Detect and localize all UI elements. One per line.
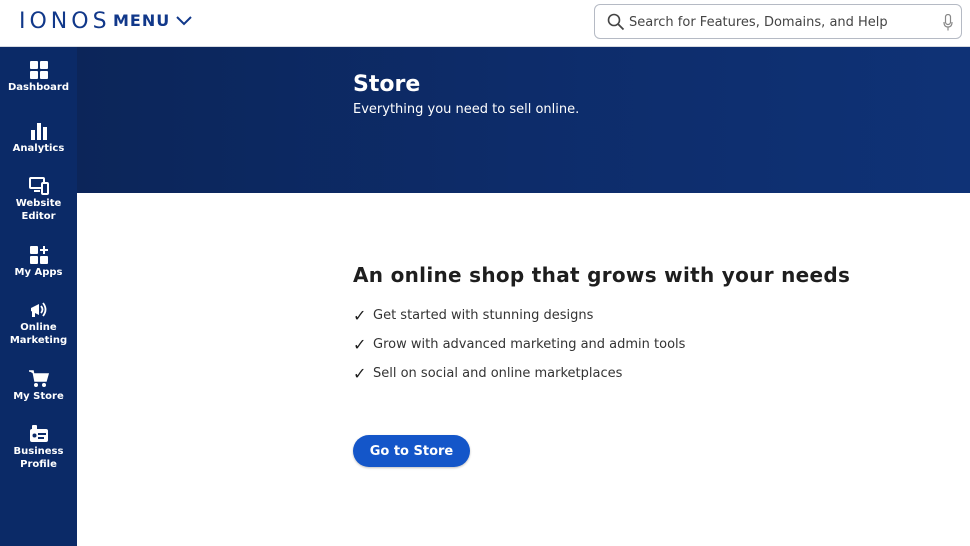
chevron-down-icon: [176, 15, 192, 25]
check-icon: ✓: [353, 364, 367, 383]
ionos-logo[interactable]: IONOS: [19, 9, 111, 34]
microphone-icon[interactable]: [943, 14, 953, 31]
devices-icon: [28, 177, 49, 195]
apps-plus-icon: [29, 246, 48, 264]
sidebar-item-label: My Apps: [14, 267, 63, 278]
feature-text: Grow with advanced marketing and admin t…: [373, 337, 686, 352]
sidebar-item-business-profile[interactable]: Business Profile: [0, 425, 77, 471]
search-icon: [607, 13, 625, 31]
sidebar-item-label: Business Profile: [13, 446, 64, 470]
sidebar-item-dashboard[interactable]: Dashboard: [0, 61, 77, 94]
top-bar: IONOS MENU: [0, 0, 970, 47]
sidebar-item-label: Analytics: [12, 143, 65, 154]
hero-banner: Store Everything you need to sell online…: [77, 47, 970, 193]
page-title: Store: [353, 72, 421, 97]
dashboard-grid-icon: [29, 61, 48, 79]
search-input[interactable]: [629, 11, 934, 33]
sidebar: Dashboard Analytics Website Editor My Ap…: [0, 47, 77, 546]
megaphone-icon: [30, 302, 46, 317]
check-icon: ✓: [353, 335, 367, 354]
sidebar-item-label: My Store: [13, 391, 64, 402]
go-to-store-button[interactable]: Go to Store: [353, 435, 470, 467]
sidebar-item-my-apps[interactable]: My Apps: [0, 246, 77, 279]
sidebar-item-label: Dashboard: [8, 82, 69, 93]
sidebar-item-analytics[interactable]: Analytics: [0, 122, 77, 155]
shopping-cart-icon: [28, 370, 49, 387]
business-card-icon: [29, 425, 48, 442]
feature-list: ✓ Get started with stunning designs ✓ Gr…: [353, 301, 685, 388]
menu-label: MENU: [113, 11, 171, 30]
page-subtitle: Everything you need to sell online.: [353, 102, 580, 117]
check-icon: ✓: [353, 306, 367, 325]
sidebar-item-online-marketing[interactable]: Online Marketing: [0, 301, 77, 347]
sidebar-item-label: Website Editor: [15, 198, 62, 222]
search-box: [594, 4, 962, 39]
section-headline: An online shop that grows with your need…: [353, 263, 851, 287]
menu-button[interactable]: MENU: [113, 11, 192, 30]
feature-text: Get started with stunning designs: [373, 308, 594, 323]
feature-item: ✓ Grow with advanced marketing and admin…: [353, 330, 685, 359]
sidebar-item-website-editor[interactable]: Website Editor: [0, 177, 77, 223]
main-content: An online shop that grows with your need…: [77, 193, 970, 546]
sidebar-item-my-store[interactable]: My Store: [0, 370, 77, 403]
feature-text: Sell on social and online marketplaces: [373, 366, 623, 381]
bar-chart-icon: [30, 123, 47, 140]
sidebar-item-label: Online Marketing: [9, 322, 68, 346]
feature-item: ✓ Get started with stunning designs: [353, 301, 685, 330]
feature-item: ✓ Sell on social and online marketplaces: [353, 359, 685, 388]
